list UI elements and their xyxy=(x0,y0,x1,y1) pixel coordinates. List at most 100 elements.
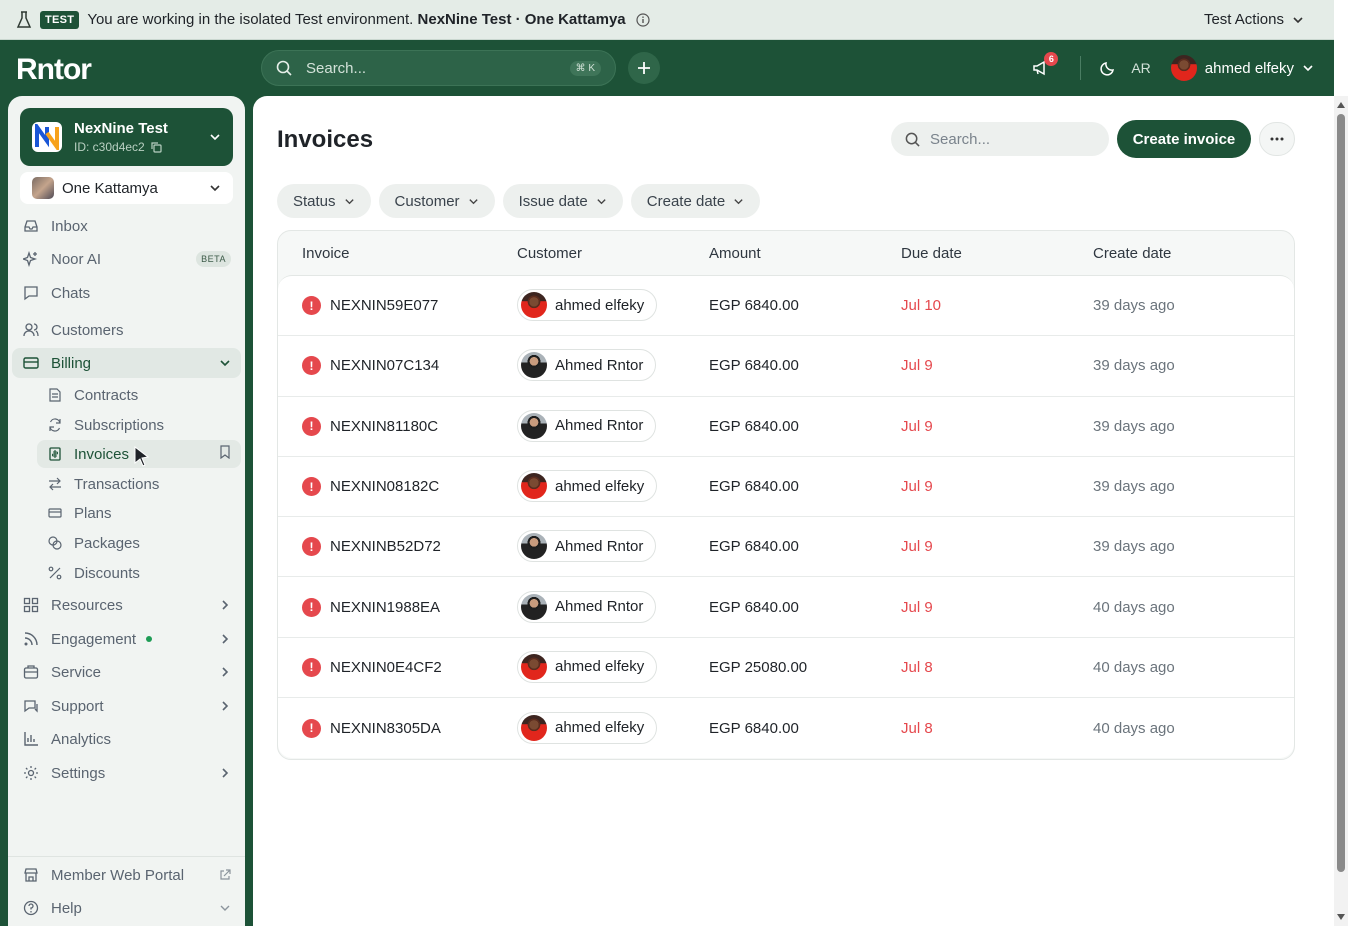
table-row[interactable]: ! NEXNINB52D72 Ahmed Rntor EGP 6840.00 Jul 9… xyxy=(278,517,1294,578)
column-header-invoice[interactable]: Invoice xyxy=(278,245,517,262)
page-title: Invoices xyxy=(277,126,374,153)
info-icon[interactable] xyxy=(636,12,650,27)
table-row[interactable]: ! NEXNIN0E4CF2 ahmed elfeky EGP 25080.00 Jul… xyxy=(278,638,1294,699)
sidebar-item-help[interactable]: Help xyxy=(12,893,241,923)
notifications-button[interactable]: 6 xyxy=(1026,52,1059,82)
sidebar-item-subscriptions[interactable]: Subscriptions xyxy=(37,411,241,439)
invoice-number[interactable]: NEXNINB52D72 xyxy=(330,538,441,555)
customer-chip[interactable]: ahmed elfeky xyxy=(517,289,658,322)
invoice-number[interactable]: NEXNIN08182C xyxy=(330,478,439,495)
invoice-cell: ! NEXNIN08182C xyxy=(278,477,517,497)
location-select[interactable]: One Kattamya xyxy=(20,172,233,204)
table-row[interactable]: ! NEXNIN59E077 ahmed elfeky EGP 6840.00 Jul … xyxy=(278,276,1294,337)
create-date-cell: 39 days ago xyxy=(1093,297,1175,315)
sidebar-item-analytics[interactable]: Analytics xyxy=(12,724,241,754)
rntor-logo[interactable]: Rntor xyxy=(16,53,92,87)
chevron-right-icon xyxy=(222,600,229,610)
customer-chip[interactable]: ahmed elfeky xyxy=(517,711,658,744)
sidebar-item-discounts[interactable]: Discounts xyxy=(37,559,241,587)
customer-name: Ahmed Rntor xyxy=(555,356,644,374)
briefcase-icon xyxy=(22,663,40,681)
sidebar-item-label: Transactions xyxy=(74,475,160,493)
invoice-cell: ! NEXNIN07C134 xyxy=(278,356,517,376)
scroll-down-arrow[interactable] xyxy=(1337,914,1345,920)
sidebar-item-chats[interactable]: Chats xyxy=(12,278,241,308)
invoices-table: Invoice Customer Amount Due date Create … xyxy=(277,230,1295,760)
amount-cell: EGP 6840.00 xyxy=(709,478,799,496)
column-header-amount[interactable]: Amount xyxy=(709,245,901,262)
invoice-number[interactable]: NEXNIN81180C xyxy=(330,418,438,435)
column-header-due-date[interactable]: Due date xyxy=(901,245,1093,262)
scroll-up-arrow[interactable] xyxy=(1337,102,1345,108)
filter-create-date[interactable]: Create date xyxy=(630,184,761,218)
invoice-number[interactable]: NEXNIN1988EA xyxy=(330,599,440,616)
invoice-search-input[interactable]: Search... xyxy=(891,122,1109,156)
customer-chip[interactable]: Ahmed Rntor xyxy=(517,409,657,442)
customer-chip[interactable]: ahmed elfeky xyxy=(517,470,658,503)
sidebar-item-label: Support xyxy=(51,697,104,715)
bar-chart-icon xyxy=(22,730,40,748)
bookmark-icon[interactable] xyxy=(219,445,231,460)
more-options-button[interactable] xyxy=(1259,122,1295,156)
chevron-down-icon xyxy=(344,198,354,204)
divider xyxy=(1080,56,1082,80)
table-row[interactable]: ! NEXNIN8305DA ahmed elfeky EGP 6840.00 Jul … xyxy=(278,698,1294,758)
quick-add-button[interactable] xyxy=(628,52,660,84)
table-row[interactable]: ! NEXNIN07C134 Ahmed Rntor EGP 6840.00 Jul 9… xyxy=(278,336,1294,397)
invoice-number[interactable]: NEXNIN59E077 xyxy=(330,297,438,314)
create-date-cell: 39 days ago xyxy=(1093,357,1175,375)
filter-issue-date[interactable]: Issue date xyxy=(502,184,623,218)
invoice-search-placeholder: Search... xyxy=(930,130,991,148)
invoice-number[interactable]: NEXNIN0E4CF2 xyxy=(330,659,442,676)
sidebar-item-service[interactable]: Service xyxy=(12,657,241,687)
sidebar-item-inbox[interactable]: Inbox xyxy=(12,211,241,241)
page-scrollbar[interactable] xyxy=(1334,96,1348,926)
sidebar-item-contracts[interactable]: Contracts xyxy=(37,381,241,409)
sidebar-item-settings[interactable]: Settings xyxy=(12,758,241,788)
customer-cell: ahmed elfeky xyxy=(517,470,709,503)
sidebar-item-resources[interactable]: Resources xyxy=(12,590,241,620)
mouse-cursor-icon xyxy=(134,446,150,467)
scrollbar-thumb[interactable] xyxy=(1337,114,1345,872)
user-menu[interactable]: ahmed elfeky xyxy=(1170,55,1314,81)
create-invoice-button[interactable]: Create invoice xyxy=(1117,120,1251,158)
sidebar-item-customers[interactable]: Customers xyxy=(12,315,241,345)
column-header-create-date[interactable]: Create date xyxy=(1093,245,1283,262)
sidebar-item-member-web-portal[interactable]: Member Web Portal xyxy=(12,860,241,890)
copy-icon[interactable] xyxy=(151,141,162,153)
language-toggle[interactable]: AR xyxy=(1131,60,1150,76)
sidebar-item-billing[interactable]: Billing xyxy=(12,348,241,378)
sidebar-item-plans[interactable]: Plans xyxy=(37,499,241,527)
table-row[interactable]: ! NEXNIN1988EA Ahmed Rntor EGP 6840.00 Jul 9… xyxy=(278,577,1294,638)
sidebar-item-support[interactable]: Support xyxy=(12,691,241,721)
test-actions-dropdown[interactable]: Test Actions xyxy=(1204,11,1304,28)
overdue-alert-icon: ! xyxy=(302,597,321,617)
customer-chip[interactable]: Ahmed Rntor xyxy=(517,349,657,382)
customer-name: Ahmed Rntor xyxy=(555,537,644,555)
sidebar-item-transactions[interactable]: Transactions xyxy=(37,470,241,498)
table-row[interactable]: ! NEXNIN81180C Ahmed Rntor EGP 6840.00 Jul 9… xyxy=(278,397,1294,457)
customer-chip[interactable]: Ahmed Rntor xyxy=(517,530,657,563)
filter-customer[interactable]: Customer xyxy=(378,184,495,218)
sidebar-item-label: Billing xyxy=(51,354,92,372)
create-date-cell: 39 days ago xyxy=(1093,417,1175,435)
organization-id: ID: c30d4ec2 xyxy=(74,140,168,154)
table-body: ! NEXNIN59E077 ahmed elfeky EGP 6840.00 Jul … xyxy=(278,275,1294,759)
column-header-customer[interactable]: Customer xyxy=(517,245,709,262)
global-search-input[interactable]: Search... ⌘ K xyxy=(261,50,616,86)
filter-status[interactable]: Status xyxy=(277,184,371,218)
customer-chip[interactable]: ahmed elfeky xyxy=(517,650,658,683)
customer-chip[interactable]: Ahmed Rntor xyxy=(517,590,657,623)
sidebar-item-noor-ai[interactable]: Noor AI BETA xyxy=(12,244,241,274)
external-link-icon xyxy=(220,869,231,880)
invoice-number[interactable]: NEXNIN07C134 xyxy=(330,357,439,374)
sidebar-item-engagement[interactable]: Engagement xyxy=(12,624,241,654)
customer-avatar xyxy=(521,593,547,620)
organization-switcher[interactable]: NexNine Test ID: c30d4ec2 xyxy=(20,108,233,166)
invoice-number[interactable]: NEXNIN8305DA xyxy=(330,720,441,737)
support-icon xyxy=(22,697,40,715)
search-shortcut-hint: ⌘ K xyxy=(569,60,601,76)
moon-icon[interactable] xyxy=(1099,59,1117,77)
table-row[interactable]: ! NEXNIN08182C ahmed elfeky EGP 6840.00 Jul … xyxy=(278,457,1294,518)
sidebar-item-packages[interactable]: Packages xyxy=(37,529,241,557)
